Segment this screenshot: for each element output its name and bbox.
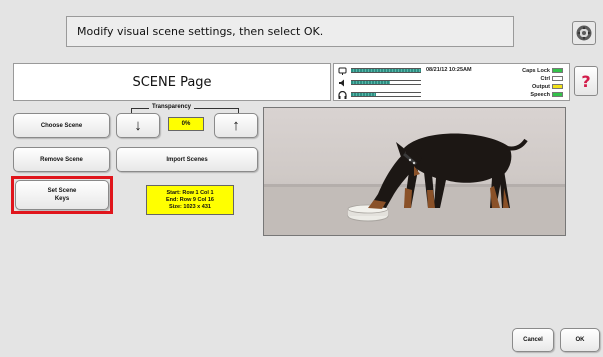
indicator-light — [552, 68, 563, 73]
page-title: SCENE Page — [13, 63, 331, 101]
indicator-light — [552, 84, 563, 89]
settings-gear-icon — [576, 25, 592, 41]
headphones-level-fill — [351, 93, 376, 96]
indicator-light — [552, 92, 563, 97]
indicator-label: Caps Lock — [522, 67, 550, 74]
headphones-icon — [338, 90, 347, 101]
transparency-label: Transparency — [149, 104, 195, 110]
scene-start: Start: Row 1 Col 1 — [166, 189, 214, 196]
page-title-text: SCENE Page — [132, 74, 212, 90]
scene-info-box: Start: Row 1 Col 1 End: Row 9 Col 16 Siz… — [146, 185, 234, 215]
help-question-icon: ? — [581, 71, 591, 91]
import-scenes-button[interactable]: Import Scenes — [116, 147, 258, 172]
scene-size: Size: 1023 x 431 — [169, 203, 211, 210]
ok-button[interactable]: OK — [560, 328, 600, 352]
status-panel: 08/21/12 10:25AM Caps Lock Ctrl Output S… — [333, 63, 570, 101]
output-indicator: Output — [532, 83, 563, 90]
import-scenes-label: Import Scenes — [166, 156, 208, 163]
highlight-outline — [11, 176, 113, 214]
transparency-up-button[interactable]: ↑ — [214, 113, 258, 138]
dog-eating-photo — [264, 133, 565, 235]
speaker-level-meter — [351, 80, 421, 85]
indicator-label: Ctrl — [540, 75, 550, 82]
microphone-level-meter — [351, 68, 421, 73]
choose-scene-button[interactable]: Choose Scene — [13, 113, 110, 138]
cancel-label: Cancel — [523, 337, 543, 343]
arrow-up-icon: ↑ — [232, 117, 240, 134]
caps-lock-indicator: Caps Lock — [522, 67, 563, 74]
help-button[interactable]: ? — [574, 66, 598, 96]
remove-scene-button[interactable]: Remove Scene — [13, 147, 110, 172]
instruction-text: Modify visual scene settings, then selec… — [77, 25, 324, 38]
speaker-icon — [338, 79, 347, 89]
instruction-bar: Modify visual scene settings, then selec… — [66, 16, 514, 47]
transparency-down-button[interactable]: ↓ — [116, 113, 160, 138]
microphone-level-fill — [351, 69, 421, 72]
scene-preview-image[interactable] — [263, 107, 566, 236]
cancel-button[interactable]: Cancel — [512, 328, 554, 352]
indicator-label: Speech — [530, 91, 550, 98]
microphone-icon — [338, 67, 347, 77]
transparency-value-text: 0% — [181, 121, 191, 127]
ok-label: OK — [575, 337, 585, 343]
ctrl-indicator: Ctrl — [541, 75, 563, 82]
headphones-level-meter — [351, 92, 421, 97]
choose-scene-label: Choose Scene — [40, 122, 83, 129]
settings-button[interactable] — [572, 21, 596, 45]
transparency-value: 0% — [168, 117, 204, 131]
remove-scene-label: Remove Scene — [40, 156, 83, 163]
speaker-level-fill — [351, 81, 390, 84]
speech-indicator: Speech — [530, 91, 563, 98]
scene-end: End: Row 9 Col 16 — [166, 196, 214, 203]
indicator-label: Output — [531, 83, 550, 90]
datetime: 08/21/12 10:25AM — [426, 67, 472, 73]
indicator-light — [552, 76, 563, 81]
arrow-down-icon: ↓ — [134, 117, 142, 134]
